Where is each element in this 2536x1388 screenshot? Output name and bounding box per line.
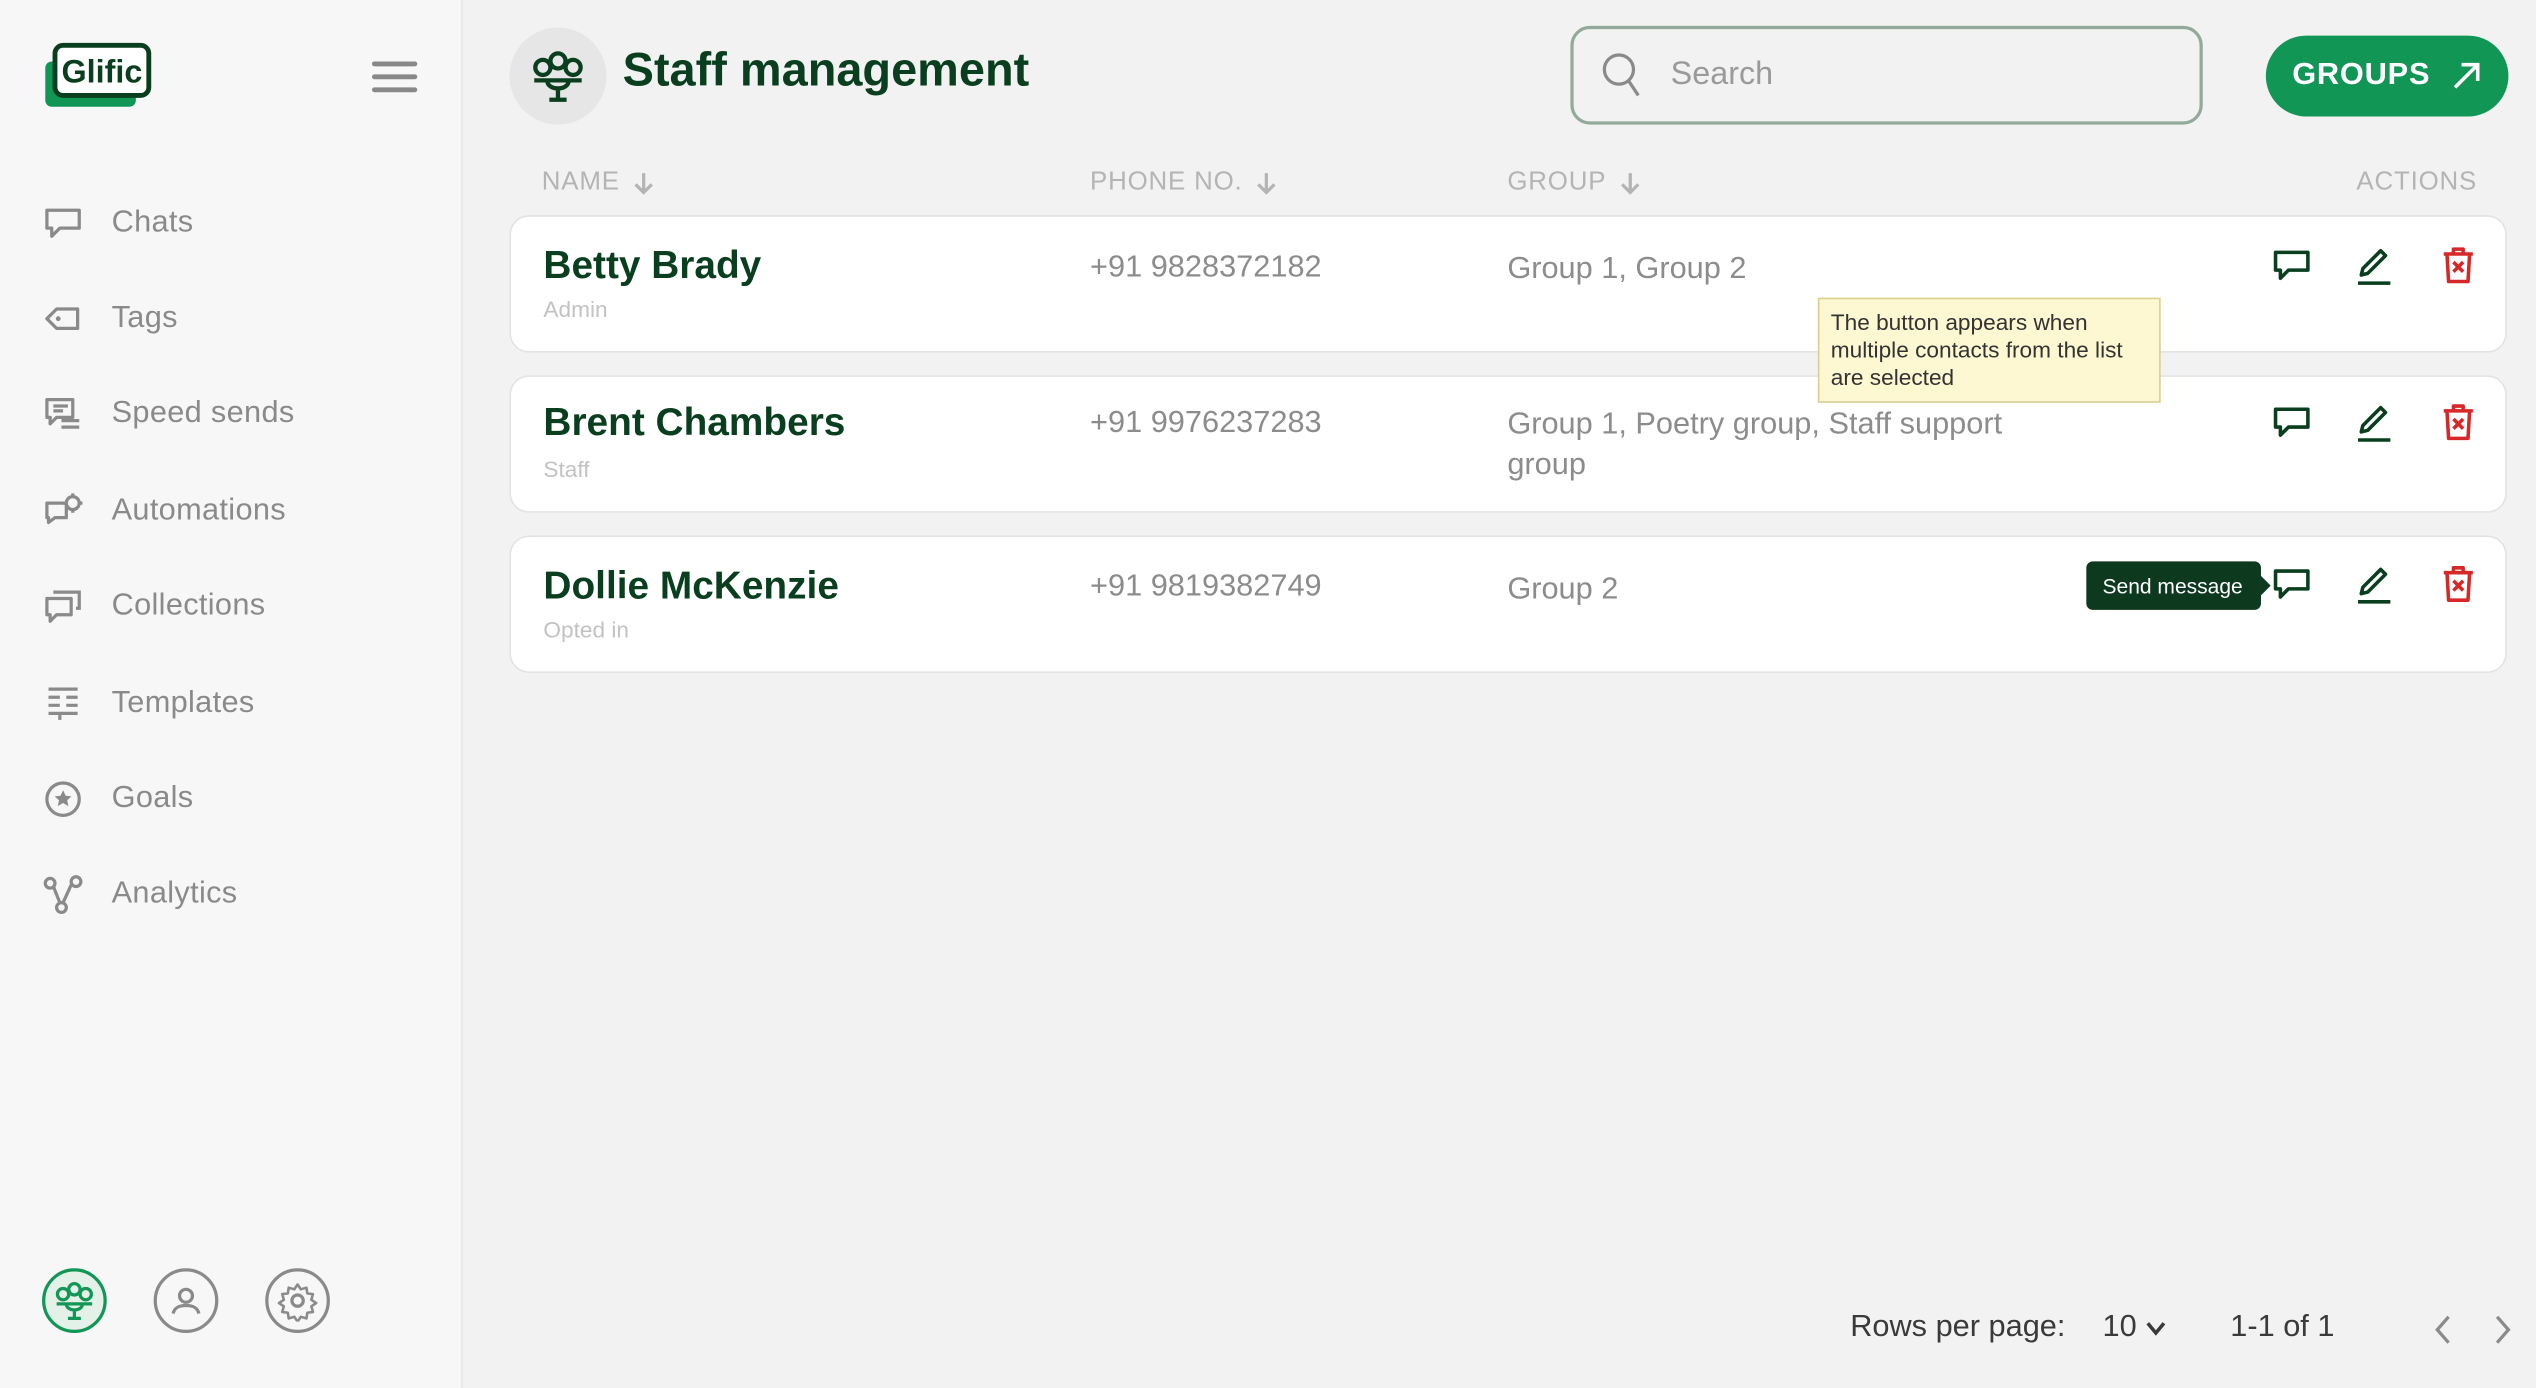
sidebar-item-templates[interactable]: Templates xyxy=(0,655,461,751)
rows-per-page-label: Rows per page: xyxy=(1850,1310,2066,1345)
collections-icon xyxy=(45,590,81,624)
send-message-icon[interactable] xyxy=(2269,243,2314,288)
sidebar-item-label: Chats xyxy=(111,204,194,239)
search-icon xyxy=(1602,52,1640,96)
rows-per-page-value: 10 xyxy=(2102,1310,2137,1345)
sidebar-item-chats[interactable]: Chats xyxy=(0,175,461,271)
staff-name: Brent Chambers xyxy=(543,401,846,445)
column-header-label: GROUP xyxy=(1507,168,1607,196)
sidebar-item-tags[interactable]: Tags xyxy=(0,271,461,367)
staff-name: Betty Brady xyxy=(543,244,762,288)
table-row: Betty Brady Admin +91 9828372182 Group 1… xyxy=(509,215,2507,353)
search-input[interactable] xyxy=(1667,55,2160,96)
sidebar-item-automations[interactable]: Automations xyxy=(0,463,461,559)
chat-icon xyxy=(45,208,81,238)
settings-icon[interactable] xyxy=(265,1268,330,1333)
staff-phone: +91 9828372182 xyxy=(1090,250,1322,285)
arrow-up-right-icon xyxy=(2453,62,2479,89)
staff-role: Staff xyxy=(543,456,590,483)
staff-groups: Group 2 xyxy=(1507,572,1619,607)
staff-role: Admin xyxy=(543,296,608,322)
goals-icon xyxy=(45,781,81,817)
column-header-group[interactable]: GROUP xyxy=(1507,168,1642,197)
sidebar-item-label: Speed sends xyxy=(111,397,295,432)
sidebar-item-label: Automations xyxy=(111,493,286,528)
staff-role: Opted in xyxy=(543,616,630,643)
templates-icon xyxy=(48,686,78,720)
rows-per-page-select[interactable]: 10 xyxy=(2102,1310,2169,1346)
glific-logo[interactable]: Glific xyxy=(42,42,155,110)
sidebar-item-label: Analytics xyxy=(111,877,238,912)
column-header-label: NAME xyxy=(541,168,620,196)
sort-arrow-icon xyxy=(1621,173,1640,195)
speed-sends-icon xyxy=(45,398,80,430)
column-header-name[interactable]: NAME xyxy=(542,168,656,197)
send-message-icon[interactable] xyxy=(2269,400,2314,445)
sidebar: Glific Chats Tags Speed sends Automation… xyxy=(0,0,463,1388)
column-header-label: ACTIONS xyxy=(2356,168,2478,196)
sort-arrow-icon xyxy=(634,173,654,195)
svg-text:Glific: Glific xyxy=(61,53,142,89)
sidebar-item-analytics[interactable]: Analytics xyxy=(0,847,461,943)
table-row: Brent Chambers Staff +91 9976237283 Grou… xyxy=(509,375,2507,513)
hamburger-menu-icon[interactable] xyxy=(371,61,418,93)
sort-arrow-icon xyxy=(1257,173,1277,195)
page-title: Staff management xyxy=(622,45,1030,98)
edit-pencil-icon[interactable] xyxy=(2352,561,2397,606)
send-message-icon[interactable] xyxy=(2269,561,2314,606)
edit-pencil-icon[interactable] xyxy=(2352,243,2397,288)
sidebar-item-speed-sends[interactable]: Speed sends xyxy=(0,367,461,463)
column-header-label: PHONE NO. xyxy=(1090,168,1243,196)
column-header-phone[interactable]: PHONE NO. xyxy=(1090,168,1278,197)
automation-icon xyxy=(45,493,83,524)
tag-icon xyxy=(45,307,80,331)
search-box[interactable] xyxy=(1570,25,2203,125)
column-header-actions: ACTIONS xyxy=(2356,168,2477,197)
sidebar-item-label: Goals xyxy=(111,781,194,816)
delete-trash-icon[interactable] xyxy=(2436,400,2481,445)
sidebar-item-label: Templates xyxy=(111,685,255,720)
groups-button-label: GROUPS xyxy=(2292,58,2431,93)
staff-phone: +91 9976237283 xyxy=(1090,406,1322,441)
info-tooltip: The button appears when multiple contact… xyxy=(1817,297,2161,403)
send-message-tooltip: Send message xyxy=(2086,561,2270,610)
staff-groups: Group 1, Poetry group, Staff support gro… xyxy=(1507,407,2003,483)
analytics-icon xyxy=(43,875,83,915)
sidebar-bottom-icons xyxy=(42,1268,377,1333)
staff-phone: +91 9819382749 xyxy=(1090,569,1322,604)
profile-icon[interactable] xyxy=(153,1268,219,1333)
delete-trash-icon[interactable] xyxy=(2436,561,2481,606)
sidebar-item-label: Tags xyxy=(111,301,178,335)
staff-management-icon xyxy=(509,27,607,125)
sidebar-item-goals[interactable]: Goals xyxy=(0,751,461,847)
chevron-left-icon[interactable] xyxy=(2426,1310,2462,1349)
groups-button[interactable]: GROUPS xyxy=(2265,35,2509,117)
staff-icon[interactable] xyxy=(42,1268,107,1333)
chevron-right-icon[interactable] xyxy=(2484,1310,2520,1349)
sidebar-item-label: Collections xyxy=(111,589,266,624)
pagination-range: 1-1 of 1 xyxy=(2230,1310,2335,1345)
staff-name: Dollie McKenzie xyxy=(543,564,839,609)
delete-trash-icon[interactable] xyxy=(2436,243,2481,288)
staff-groups: Group 1, Group 2 xyxy=(1507,252,1747,287)
edit-pencil-icon[interactable] xyxy=(2352,400,2397,445)
sidebar-nav: Chats Tags Speed sends Automations Colle… xyxy=(0,175,461,944)
sidebar-item-collections[interactable]: Collections xyxy=(0,559,461,655)
chevron-down-icon xyxy=(2146,1322,2166,1336)
